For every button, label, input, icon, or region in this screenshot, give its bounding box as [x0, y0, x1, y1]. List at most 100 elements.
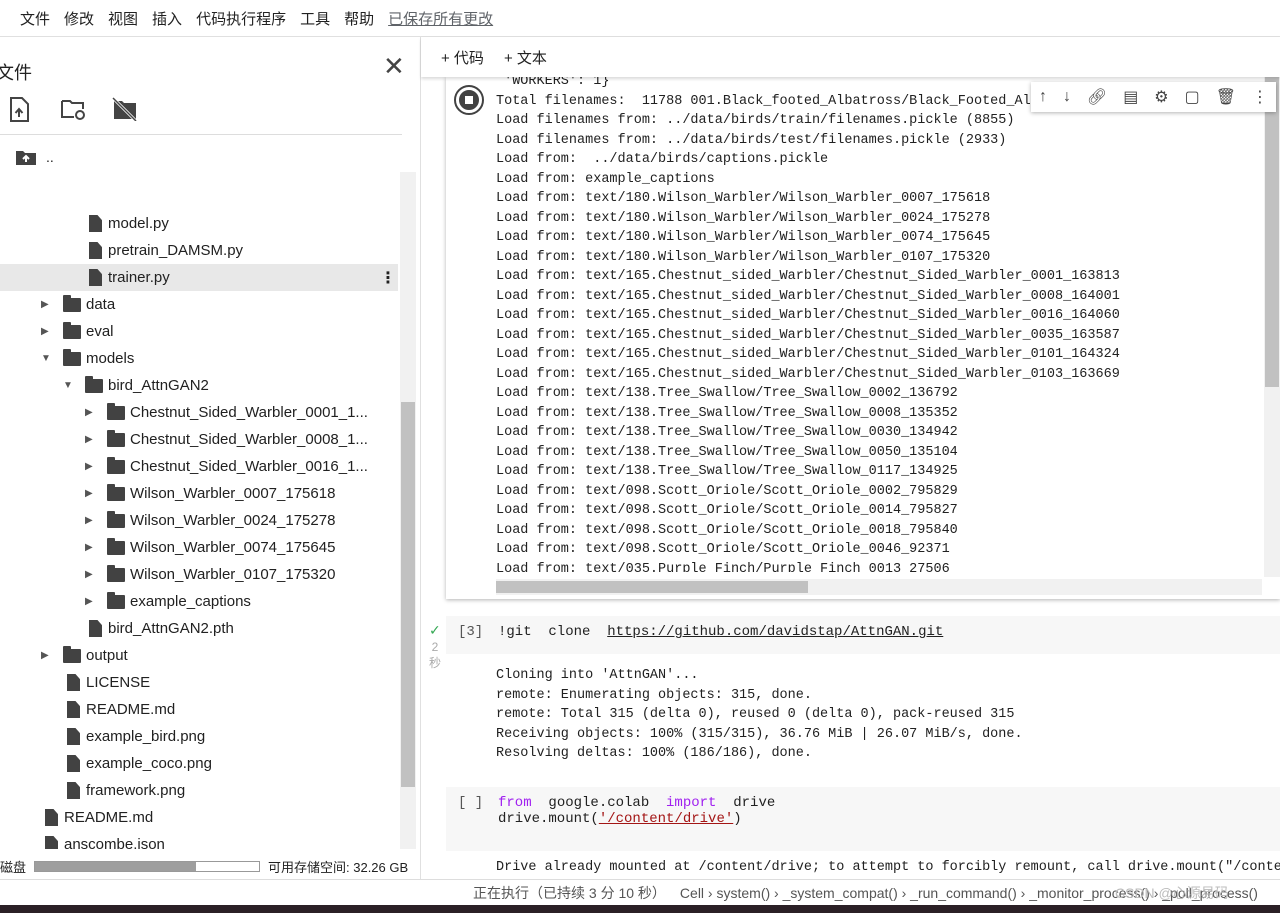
chevron-right-icon[interactable]: ▶ [85, 461, 95, 472]
item-name: data [86, 296, 116, 313]
chevron-right-icon[interactable]: ▶ [41, 299, 51, 310]
folder-item[interactable]: ▶ output [0, 642, 398, 669]
file-item[interactable]: trainer.py ⋮ [0, 264, 398, 291]
folder-item[interactable]: ▶ Wilson_Warbler_0107_175320 [0, 561, 398, 588]
repo-link[interactable]: https://github.com/davidstap/AttnGAN.git [607, 624, 943, 640]
item-name: Chestnut_Sided_Warbler_0001_1... [130, 404, 368, 421]
more-icon[interactable]: ⋮ [1252, 87, 1268, 107]
stop-execution-button[interactable] [454, 85, 484, 115]
folder-item[interactable]: ▶ data [0, 291, 398, 318]
cell-prompt[interactable]: [3] [458, 624, 483, 640]
settings-gear-icon[interactable]: ⚙ [1154, 87, 1168, 107]
add-code-button[interactable]: + 代码 [441, 47, 484, 68]
output-line: Load from: ../data/birds/captions.pickle [496, 152, 829, 167]
chevron-right-icon[interactable]: ▶ [41, 650, 51, 661]
folder-item[interactable]: ▶ Wilson_Warbler_0024_175278 [0, 507, 398, 534]
chevron-right-icon[interactable]: ▶ [85, 434, 95, 445]
parent-directory[interactable]: .. [16, 149, 54, 165]
file-item[interactable]: example_bird.png [0, 723, 398, 750]
file-item[interactable]: bird_AttnGAN2.pth [0, 615, 398, 642]
move-up-icon[interactable]: ↑ [1039, 88, 1047, 106]
menu-edit[interactable]: 修改 [64, 8, 94, 29]
output-line: Load from: text/138.Tree_Swallow/Tree_Sw… [496, 405, 958, 421]
more-icon[interactable]: ⋮ [380, 268, 396, 288]
file-item[interactable]: anscombe.json [0, 831, 398, 849]
file-item[interactable]: example_coco.png [0, 750, 398, 777]
file-item[interactable]: README.md [0, 696, 398, 723]
run-cell-button[interactable]: [ ] [458, 795, 483, 811]
close-icon[interactable]: ✕ [383, 51, 405, 82]
output-vertical-scrollbar[interactable] [1264, 77, 1280, 577]
folder-icon [107, 403, 125, 420]
folder-item[interactable]: ▶ Chestnut_Sided_Warbler_0001_1... [0, 399, 398, 426]
item-name: README.md [86, 701, 176, 718]
refresh-folder-icon[interactable] [60, 97, 85, 123]
folder-item[interactable]: ▼ models [0, 345, 398, 372]
chevron-right-icon[interactable]: ▶ [85, 542, 95, 553]
file-item[interactable]: LICENSE [0, 669, 398, 696]
file-icon [45, 836, 58, 849]
folder-item[interactable]: ▶ eval [0, 318, 398, 345]
chevron-right-icon[interactable]: ▶ [85, 515, 95, 526]
chevron-down-icon[interactable]: ▼ [63, 380, 73, 391]
chevron-right-icon[interactable]: ▶ [85, 596, 95, 607]
menu-insert[interactable]: 插入 [152, 8, 182, 29]
folder-icon [63, 349, 81, 366]
unmount-drive-icon[interactable] [111, 96, 138, 123]
running-status: 正在执行（已持续 3 分 10 秒） [473, 884, 666, 901]
delete-icon[interactable]: 🗑︎ [1216, 87, 1236, 107]
file-tree: model.py pretrain_DAMSM.py trainer.py ⋮ ▶ dat… [0, 172, 398, 849]
folder-item[interactable]: ▼ bird_AttnGAN2 [0, 372, 398, 399]
output-line: Load filenames from: ../data/birds/train… [496, 113, 1015, 128]
item-name: pretrain_DAMSM.py [108, 242, 244, 259]
folder-icon [63, 646, 81, 663]
move-down-icon[interactable]: ↓ [1063, 88, 1071, 106]
item-name: trainer.py [108, 269, 170, 286]
menu-runtime[interactable]: 代码执行程序 [196, 8, 286, 29]
add-text-button[interactable]: + 文本 [504, 47, 547, 68]
item-name: LICENSE [86, 674, 151, 691]
save-status-link[interactable]: 已保存所有更改 [388, 8, 493, 29]
output-line: Load from: text/165.Chestnut_sided_Warbl… [496, 308, 1120, 323]
menu-tools[interactable]: 工具 [300, 8, 330, 29]
folder-item[interactable]: ▶ Chestnut_Sided_Warbler_0016_1... [0, 453, 398, 480]
folder-icon [107, 538, 125, 555]
chevron-right-icon[interactable]: ▶ [85, 569, 95, 580]
notebook-toolbar: + 代码 + 文本 [421, 37, 1280, 77]
file-item[interactable]: README.md [0, 804, 398, 831]
folder-icon [63, 322, 81, 339]
notebook: 'WORKERS': 1} Total filenames: 11788 001.… [421, 77, 1280, 879]
folder-item[interactable]: ▶ Wilson_Warbler_0074_175645 [0, 534, 398, 561]
chevron-right-icon[interactable]: ▶ [85, 488, 95, 499]
item-name: Wilson_Warbler_0007_175618 [130, 485, 336, 502]
item-name: Wilson_Warbler_0107_175320 [130, 566, 336, 583]
folder-icon [107, 565, 125, 582]
menu-view[interactable]: 视图 [108, 8, 138, 29]
chevron-right-icon[interactable]: ▶ [85, 407, 95, 418]
folder-item[interactable]: ▶ Chestnut_Sided_Warbler_0008_1... [0, 426, 398, 453]
link-icon[interactable]: 🔗︎ [1087, 87, 1107, 107]
comment-icon[interactable]: ▤ [1123, 87, 1138, 107]
folder-item[interactable]: ▶ example_captions [0, 588, 398, 615]
chevron-right-icon[interactable]: ▶ [41, 326, 51, 337]
cell-4-output: Drive already mounted at /content/drive;… [496, 860, 1280, 875]
folder-item[interactable]: ▶ Wilson_Warbler_0007_175618 [0, 480, 398, 507]
code-cell-3[interactable]: [3] !git clone https://github.com/davids… [446, 616, 1280, 654]
chevron-down-icon[interactable]: ▼ [41, 353, 51, 364]
disk-usage-bar [34, 861, 261, 872]
code-cell-4[interactable]: [ ] from google.colab import drive drive… [446, 787, 1280, 851]
menu-help[interactable]: 帮助 [344, 8, 374, 29]
menu-file[interactable]: 文件 [20, 8, 50, 29]
file-item[interactable]: framework.png [0, 777, 398, 804]
sidebar-scrollbar[interactable] [400, 172, 416, 849]
file-item[interactable]: pretrain_DAMSM.py [0, 237, 398, 264]
code-text: drive.mount( [498, 811, 599, 827]
cell-3-output: Cloning into 'AttnGAN'... remote: Enumer… [496, 668, 1023, 761]
code-text: !git clone [498, 624, 608, 640]
file-item[interactable]: model.py [0, 210, 398, 237]
output-line: Load from: text/165.Chestnut_sided_Warbl… [496, 269, 1120, 284]
upload-file-icon[interactable] [8, 97, 32, 123]
sidebar-title: 文件 [0, 63, 32, 83]
mirror-cell-icon[interactable]: ▢ [1185, 87, 1200, 107]
output-horizontal-scrollbar[interactable] [496, 579, 1262, 595]
